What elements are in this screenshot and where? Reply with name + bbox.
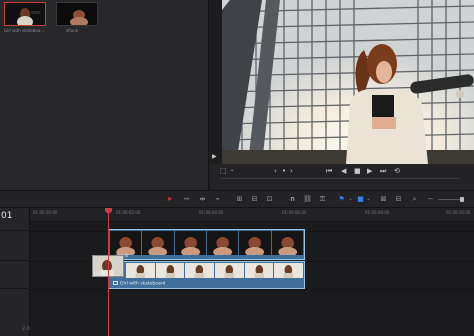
editor-window: Girl with skateboa... shank ▶ ⬚ ⌄ ‹ • › … xyxy=(0,0,474,336)
chevron-down-icon[interactable]: ⌄ xyxy=(364,195,373,204)
filmstrip-frame xyxy=(174,231,206,255)
jog-right-icon[interactable]: › xyxy=(290,168,293,175)
timeline-timecode: 01 xyxy=(1,211,13,221)
stop-icon[interactable]: ■ xyxy=(354,168,361,175)
media-clip-girl-with-skateboard[interactable] xyxy=(4,2,46,26)
filmstrip-frame xyxy=(274,263,304,278)
timeline-toolbar: ➤ ⇿ ⇹ ⌁ ⊞ ⊟ ⊡ ∩ ⛓ ⚿ ⚑ ⌄ ■ ⌄ ⊠ ⊟ ⌕ − xyxy=(0,190,474,208)
filmstrip-frame xyxy=(271,231,303,255)
track-divider xyxy=(0,288,30,289)
filmstrip-frame xyxy=(126,263,155,278)
clip-label-text: Girl with skateboard xyxy=(120,281,166,287)
blade-tool-icon[interactable]: ⌁ xyxy=(213,195,222,204)
filmstrip-frame xyxy=(155,263,185,278)
filmstrip-frame xyxy=(142,231,174,255)
playhead-line[interactable] xyxy=(108,208,109,336)
step-back-icon[interactable]: ◀ xyxy=(341,168,346,175)
insert-clip-icon[interactable]: ⊞ xyxy=(235,195,244,204)
crop-icon[interactable]: ⬚ xyxy=(220,168,227,175)
clip-filmstrip xyxy=(110,231,303,255)
replace-clip-icon[interactable]: ⊡ xyxy=(265,195,274,204)
filmstrip-frame xyxy=(110,231,142,255)
filmstrip-frame xyxy=(206,231,239,255)
media-clip-shank[interactable] xyxy=(56,2,98,26)
ruler-tick-label: 01:00:00:00 xyxy=(33,210,58,215)
jog-dot-icon[interactable]: • xyxy=(282,168,286,175)
timeline-ruler[interactable]: 01:00:00:00 01:00:02:00 01:00:04:00 01:0… xyxy=(30,208,474,222)
track-divider xyxy=(0,230,30,231)
ghost-label: Girl wi xyxy=(94,271,107,276)
timeline-clip-shank[interactable]: shank xyxy=(108,229,305,260)
video-frame-image xyxy=(222,0,474,164)
filmstrip-frame xyxy=(185,263,215,278)
zoom-slider-handle[interactable] xyxy=(460,197,464,202)
position-lock-icon[interactable]: ⚿ xyxy=(318,195,327,204)
zoom-custom-icon[interactable]: ⌕ xyxy=(410,195,419,204)
jog-left-icon[interactable]: ‹ xyxy=(274,168,277,175)
clip-thumbnail-image xyxy=(5,3,45,25)
ruler-tick-label: 01:00:02:00 xyxy=(116,210,141,215)
filmstrip-frame xyxy=(215,263,244,278)
filmstrip-frame xyxy=(239,231,271,255)
zoom-full-icon[interactable]: ⊠ xyxy=(379,195,388,204)
media-clip-name: Girl with skateboa... xyxy=(4,28,45,33)
viewer-panel: ▶ ⬚ ⌄ ‹ • › ⏮ ◀ ■ ▶ ⏭ ⟲ xyxy=(210,0,474,190)
play-icon[interactable]: ▶ xyxy=(367,168,372,175)
clip-type-icon xyxy=(113,281,118,285)
ruler-tick-label: 01:00:08:00 xyxy=(365,210,390,215)
step-forward-icon[interactable]: ⏭ xyxy=(380,168,386,175)
media-clip-name: shank xyxy=(66,28,78,33)
timeline-clip-girl-with-skateboard[interactable]: Girl with skateboard xyxy=(108,261,305,289)
skip-back-icon[interactable]: ⏮ xyxy=(326,168,332,175)
ruler-tick-label: 01:00:10:00 xyxy=(446,210,471,215)
chevron-down-icon[interactable]: ⌄ xyxy=(346,195,355,204)
viewer-transport-bar: ⬚ ⌄ ‹ • › ⏮ ◀ ■ ▶ ⏭ ⟲ xyxy=(210,164,474,190)
track-headers: 01 2.0 xyxy=(0,208,30,336)
scrub-bar[interactable] xyxy=(220,178,460,179)
zoom-out-icon[interactable]: − xyxy=(426,195,435,204)
flag-icon[interactable]: ⚑ xyxy=(337,195,346,204)
clip-label: Girl with skateboard xyxy=(113,281,165,287)
ruler-tick-label: 01:00:04:00 xyxy=(199,210,224,215)
selection-tool-icon[interactable]: ➤ xyxy=(165,195,174,204)
filmstrip-frame xyxy=(244,263,274,278)
loop-icon[interactable]: ⟲ xyxy=(394,168,400,175)
viewer-frame xyxy=(222,0,474,164)
overwrite-clip-icon[interactable]: ⊟ xyxy=(250,195,259,204)
snapping-icon[interactable]: ∩ xyxy=(288,195,297,204)
trim-tool-icon[interactable]: ⇿ xyxy=(182,195,191,204)
viewer-side-toggle-icon[interactable]: ▶ xyxy=(212,154,217,160)
track-divider xyxy=(0,260,30,261)
chevron-down-icon[interactable]: ⌄ xyxy=(230,168,234,173)
timeline-panel: 01 2.0 01:00:00:00 01:00:02:00 01:00:04:… xyxy=(0,208,474,336)
clip-thumbnail-image xyxy=(57,3,97,25)
ruler-tick-label: 01:00:06:00 xyxy=(282,210,307,215)
clip-filmstrip xyxy=(110,263,304,278)
dynamic-trim-icon[interactable]: ⇹ xyxy=(198,195,207,204)
track-height-value: 2.0 xyxy=(22,326,30,332)
zoom-detail-icon[interactable]: ⊟ xyxy=(394,195,403,204)
media-pool: Girl with skateboa... shank xyxy=(0,0,209,190)
link-icon[interactable]: ⛓ xyxy=(303,195,312,204)
